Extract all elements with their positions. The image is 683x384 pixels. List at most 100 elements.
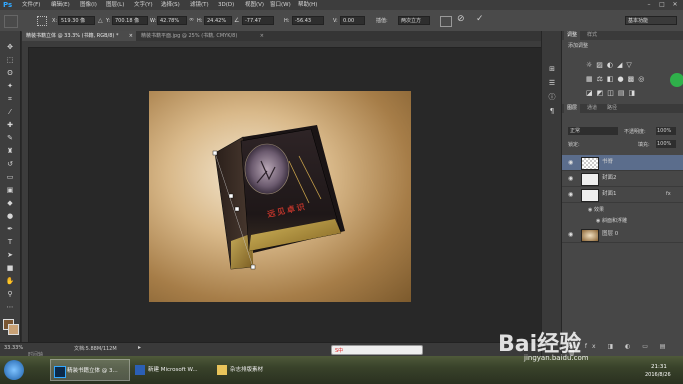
crop-tool-icon[interactable]: ⌗ [4, 95, 16, 104]
cancel-transform-icon[interactable]: ⊘ [457, 14, 465, 24]
visibility-eye-icon[interactable]: ◉ [568, 187, 573, 202]
type-tool-icon[interactable]: T [4, 238, 16, 247]
y-field[interactable]: 700.18 像 [112, 16, 148, 25]
menu-filter[interactable]: 滤镜(T) [190, 0, 209, 10]
relative-position-icon[interactable]: △ [98, 17, 103, 24]
warp-icon[interactable] [440, 16, 452, 27]
blend-mode-select[interactable]: 正常 [568, 127, 618, 135]
gradient-tool-icon[interactable]: ▣ [4, 186, 16, 195]
properties-panel-icon[interactable]: ☰ [546, 79, 558, 88]
layer-row-cover2[interactable]: ◉ 封面2 [562, 171, 683, 187]
close-tab-icon[interactable]: × [260, 31, 264, 41]
taskbar-item-folder[interactable]: 杂志排版素材 [214, 359, 294, 381]
reference-point-icon[interactable] [37, 16, 47, 26]
blur-tool-icon[interactable]: ◆ [4, 199, 16, 208]
commit-transform-icon[interactable]: ✓ [476, 14, 484, 24]
menu-image[interactable]: 图像(I) [80, 0, 97, 10]
minimize-button[interactable]: – [643, 0, 655, 10]
ime-toolbar[interactable]: S中 [331, 345, 423, 355]
layer-row-layer0[interactable]: ◉ 图层 0 [562, 227, 683, 243]
visibility-eye-icon[interactable]: ◉ [568, 227, 573, 242]
horizontal-ruler [22, 41, 541, 48]
eraser-tool-icon[interactable]: ▭ [4, 173, 16, 182]
background-color-swatch[interactable] [8, 324, 19, 335]
move-tool-icon[interactable]: ✥ [4, 43, 16, 52]
tab-document-1[interactable]: 精装书籍立体 @ 33.3% (书籍, RGB/8) * × [22, 31, 136, 41]
path-selection-tool-icon[interactable]: ➤ [4, 251, 16, 260]
marquee-tool-icon[interactable]: ⬚ [4, 56, 16, 65]
tab-paths[interactable]: 路径 [604, 104, 620, 113]
tab-layers[interactable]: 图层 [564, 104, 581, 113]
zoom-level[interactable]: 33.33% [4, 345, 23, 351]
close-window-button[interactable]: ✕ [669, 0, 681, 10]
effects-row[interactable]: ◉ 效果 [588, 206, 604, 213]
layer-row-cover1[interactable]: ◉ 封面1 fx [562, 187, 683, 203]
hand-tool-icon[interactable]: ✋ [4, 277, 16, 286]
x-field[interactable]: 519.30 像 [58, 16, 95, 25]
paragraph-panel-icon[interactable]: ¶ [546, 107, 558, 116]
skew-h-field[interactable]: -56.43 [292, 16, 324, 25]
stamp-tool-icon[interactable]: ♜ [4, 147, 16, 156]
lock-label: 锁定: [568, 142, 580, 148]
opacity-label: 不透明度: [624, 129, 646, 135]
menu-window[interactable]: 窗口(W) [270, 0, 291, 10]
baidu-watermark-url: jingyan.baidu.com [524, 354, 589, 362]
status-arrow-icon[interactable]: ▸ [138, 344, 141, 351]
menu-help[interactable]: 帮助(H) [298, 0, 317, 10]
opacity-field[interactable]: 100% [656, 127, 676, 135]
visibility-eye-icon[interactable]: ◉ [568, 155, 573, 170]
skew-v-field[interactable]: 0.00 [340, 16, 365, 25]
height-field[interactable]: 24.42% [204, 16, 232, 25]
rotate-field[interactable]: -77.47 [242, 16, 274, 25]
tab-channels[interactable]: 通道 [584, 104, 600, 113]
history-brush-tool-icon[interactable]: ↺ [4, 160, 16, 169]
visibility-eye-icon[interactable]: ◉ [568, 171, 573, 186]
history-panel-icon[interactable]: ⊞ [546, 65, 558, 74]
edit-toolbar-icon[interactable]: ⋯ [4, 303, 16, 312]
brush-tool-icon[interactable]: ✎ [4, 134, 16, 143]
maximize-button[interactable]: □ [656, 0, 668, 10]
add-adjustment-label: 添加调整 [568, 43, 589, 49]
magic-wand-tool-icon[interactable]: ✦ [4, 82, 16, 91]
document-tabs: 精装书籍立体 @ 33.3% (书籍, RGB/8) * × 精装书籍平面.jp… [22, 31, 541, 41]
workspace-select[interactable]: 基本功能 [625, 16, 677, 25]
adjustment-icons-row2[interactable]: ▦⚖◧●▩◎ [586, 75, 661, 83]
menu-type[interactable]: 文字(Y) [134, 0, 153, 10]
transform-tool-icon [4, 15, 18, 28]
rotate-icon: ∠ [234, 17, 240, 24]
dodge-tool-icon[interactable]: ● [4, 212, 16, 221]
bevel-emboss-row[interactable]: ◉ 斜面和浮雕 [596, 217, 627, 224]
close-tab-icon[interactable]: × [129, 31, 133, 41]
taskbar-item-photoshop[interactable]: 精装书籍立体 @ 3... [50, 359, 130, 381]
book-3d-mockup [212, 125, 345, 270]
adjustment-icons-row3[interactable]: ◪◩◫▤◨ [586, 89, 661, 97]
lasso-tool-icon[interactable]: ʘ [4, 69, 16, 78]
adjustment-icons-row1[interactable]: ☼▨◐◢▽ [586, 61, 661, 69]
menu-layer[interactable]: 图层(L) [106, 0, 124, 10]
layer-row-spine[interactable]: ◉ 书脊 [562, 155, 683, 171]
zoom-tool-icon[interactable]: ⚲ [4, 290, 16, 299]
shape-tool-icon[interactable]: ■ [4, 264, 16, 273]
document-canvas[interactable]: 远见卓识 [149, 91, 411, 302]
photoshop-logo: Ps [3, 1, 13, 9]
start-button[interactable] [4, 360, 24, 380]
pen-tool-icon[interactable]: ✒ [4, 225, 16, 234]
menu-3d[interactable]: 3D(D) [218, 0, 234, 10]
eyedropper-tool-icon[interactable]: ⁄ [4, 108, 16, 117]
tab-adjustments[interactable]: 调整 [564, 31, 581, 40]
menu-edit[interactable]: 编辑(E) [51, 0, 70, 10]
fill-field[interactable]: 100% [656, 140, 676, 148]
interpolation-select[interactable]: 两次立方 [398, 16, 430, 25]
fx-icon[interactable]: fx [666, 187, 671, 202]
width-field[interactable]: 42.78% [157, 16, 187, 25]
info-panel-icon[interactable]: ⓘ [546, 93, 558, 102]
menu-view[interactable]: 视图(V) [245, 0, 264, 10]
taskbar-item-word[interactable]: 新建 Microsoft W... [132, 359, 212, 381]
tab-styles[interactable]: 样式 [584, 31, 600, 40]
menu-select[interactable]: 选择(S) [161, 0, 180, 10]
link-icon[interactable]: ∞ [189, 16, 194, 23]
healing-tool-icon[interactable]: ✚ [4, 121, 16, 130]
tab-document-2[interactable]: 精装书籍平面.jpg @ 25% (书籍, CMYK/8) × [137, 31, 267, 41]
menu-file[interactable]: 文件(F) [22, 0, 40, 10]
speed-badge [670, 73, 683, 87]
